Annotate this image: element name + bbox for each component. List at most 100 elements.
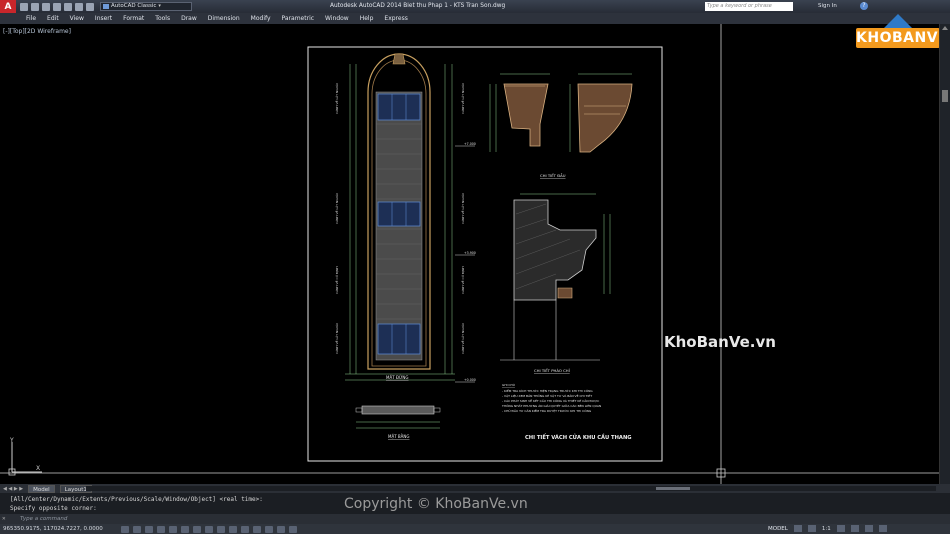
am-icon[interactable] bbox=[288, 525, 297, 533]
svg-text:GHI CHÚ: GHI CHÚ bbox=[502, 382, 515, 387]
level-label: +3.900 bbox=[464, 251, 476, 255]
tab-navigation[interactable]: ◀ ◀ ▶ ▶ bbox=[0, 486, 23, 492]
osnap-icon[interactable] bbox=[180, 525, 189, 533]
dyn-icon[interactable] bbox=[228, 525, 237, 533]
status-bar: 965350.9175, 117024.7227, 0.0000 MODEL 1… bbox=[0, 524, 950, 534]
fullscreen-icon[interactable] bbox=[878, 525, 887, 532]
svg-text:CÁNH VỀ LẤY NGOÀI: CÁNH VỀ LẤY NGOÀI bbox=[460, 323, 465, 354]
model-space-toggle[interactable]: MODEL bbox=[768, 526, 788, 532]
autocad-logo-button[interactable]: A bbox=[0, 0, 16, 13]
vertical-scrollbar[interactable] bbox=[939, 24, 950, 484]
menu-tools[interactable]: Tools bbox=[155, 15, 170, 22]
menu-dimension[interactable]: Dimension bbox=[208, 15, 240, 22]
svg-text:CÁNH VỀ LẤY NGOÀI: CÁNH VỀ LẤY NGOÀI bbox=[334, 83, 339, 114]
svg-text:CÁNH VỀ LẤY NGOÀI: CÁNH VỀ LẤY NGOÀI bbox=[460, 193, 465, 224]
workspace-icon[interactable] bbox=[836, 525, 845, 532]
coordinates-readout: 965350.9175, 117024.7227, 0.0000 bbox=[3, 526, 103, 532]
undo-icon[interactable] bbox=[75, 2, 83, 11]
menu-express[interactable]: Express bbox=[384, 15, 407, 22]
plan-view: MẶT BẰNG bbox=[355, 405, 441, 439]
annotation-scale[interactable]: 1:1 bbox=[822, 526, 831, 532]
snap-icon[interactable] bbox=[132, 525, 141, 533]
autocad-window: A AutoCAD Classic ▾ Autodesk AutoCAD 2014… bbox=[0, 0, 950, 534]
svg-text:CÁNH VỀ LẤY NGOÀI: CÁNH VỀ LẤY NGOÀI bbox=[460, 83, 465, 114]
menu-modify[interactable]: Modify bbox=[251, 15, 271, 22]
svg-text:Y: Y bbox=[9, 437, 14, 444]
menu-insert[interactable]: Insert bbox=[95, 15, 112, 22]
level-label: +7.000 bbox=[464, 142, 476, 146]
otrack-icon[interactable] bbox=[204, 525, 213, 533]
hscroll-thumb[interactable] bbox=[656, 487, 690, 490]
help-icon[interactable]: ? bbox=[860, 2, 868, 10]
workspace-select[interactable]: AutoCAD Classic ▾ bbox=[100, 2, 192, 11]
svg-text:CÁNH VỀ LẤY NGOÀI: CÁNH VỀ LẤY NGOÀI bbox=[334, 193, 339, 224]
lock-icon[interactable] bbox=[850, 525, 859, 532]
menu-bar: File Edit View Insert Format Tools Draw … bbox=[0, 13, 950, 24]
svg-text:X: X bbox=[36, 465, 40, 472]
command-history-line: [All/Center/Dynamic/Extents/Previous/Sca… bbox=[10, 496, 263, 503]
close-icon[interactable]: ✕ bbox=[2, 515, 10, 523]
new-icon[interactable] bbox=[20, 2, 28, 11]
saveas-icon[interactable] bbox=[53, 2, 61, 11]
svg-text:CÁNH VỀ LẤY NGOÀI: CÁNH VỀ LẤY NGOÀI bbox=[334, 323, 339, 354]
redo-icon[interactable] bbox=[86, 2, 94, 11]
window-title: Autodesk AutoCAD 2014 Biet thu Phap 1 - … bbox=[330, 3, 506, 9]
grid-icon[interactable] bbox=[144, 525, 153, 533]
ducs-icon[interactable] bbox=[216, 525, 225, 533]
scroll-up-icon[interactable] bbox=[942, 26, 948, 30]
ortho-icon[interactable] bbox=[156, 525, 165, 533]
elevation-label: MẶT ĐỨNG bbox=[386, 375, 409, 380]
command-input[interactable]: Type a command bbox=[20, 516, 67, 522]
isolate-icon[interactable] bbox=[864, 525, 873, 532]
ucs-icon: Y X bbox=[8, 437, 42, 476]
svg-text:- KIỂM TRA KÍCH THƯỚC HIỆN TRẠ: - KIỂM TRA KÍCH THƯỚC HIỆN TRẠNG TRƯỚC K… bbox=[502, 388, 593, 393]
detail-section-label: CHI TIẾT PHÀO CHỈ bbox=[534, 367, 570, 373]
lwt-icon[interactable] bbox=[240, 525, 249, 533]
notes-block: GHI CHÚ - KIỂM TRA KÍCH THƯỚC HIỆN TRẠNG… bbox=[501, 382, 601, 413]
horizontal-scrollbar[interactable] bbox=[86, 486, 936, 491]
drafting-toggles bbox=[120, 525, 297, 533]
khobanve-logo: KHOBANVE bbox=[856, 14, 948, 50]
infer-icon[interactable] bbox=[120, 525, 129, 533]
quick-view-icon[interactable] bbox=[793, 525, 802, 532]
tpy-icon[interactable] bbox=[252, 525, 261, 533]
qp-icon[interactable] bbox=[264, 525, 273, 533]
quick-access-toolbar bbox=[20, 2, 94, 11]
status-right: MODEL 1:1 bbox=[768, 525, 887, 532]
menu-help[interactable]: Help bbox=[360, 15, 374, 22]
print-icon[interactable] bbox=[64, 2, 72, 11]
svg-text:CÁNH VỀ CỐ ĐỊNH: CÁNH VỀ CỐ ĐỊNH bbox=[334, 266, 339, 294]
house-icon bbox=[884, 14, 912, 28]
detail-top-label: CHI TIẾT ĐẦU bbox=[540, 172, 566, 178]
sign-in-link[interactable]: Sign In bbox=[818, 3, 837, 9]
section-detail-view: CHI TIẾT PHÀO CHỈ bbox=[500, 193, 611, 373]
level-label: +0.000 bbox=[464, 378, 476, 382]
polar-icon[interactable] bbox=[168, 525, 177, 533]
sc-icon[interactable] bbox=[276, 525, 285, 533]
menu-file[interactable]: File bbox=[26, 15, 36, 22]
3dosnap-icon[interactable] bbox=[192, 525, 201, 533]
menu-edit[interactable]: Edit bbox=[47, 15, 59, 22]
watermark: KhoBanVe.vn bbox=[664, 333, 776, 351]
tab-model[interactable]: Model bbox=[28, 484, 55, 493]
open-icon[interactable] bbox=[31, 2, 39, 11]
svg-text:CÁNH VỀ CỐ ĐỊNH: CÁNH VỀ CỐ ĐỊNH bbox=[460, 266, 465, 294]
copyright-watermark: Copyright © KhoBanVe.vn bbox=[344, 496, 528, 512]
menu-parametric[interactable]: Parametric bbox=[282, 15, 315, 22]
viewport-controls[interactable]: [-][Top][2D Wireframe] bbox=[3, 28, 71, 35]
menu-view[interactable]: View bbox=[70, 15, 84, 22]
scroll-thumb[interactable] bbox=[942, 90, 948, 102]
top-detail-view: CHI TIẾT ĐẦU bbox=[489, 73, 633, 178]
drawing-canvas[interactable]: CÁNH VỀ LẤY NGOÀI CÁNH VỀ LẤY NGOÀI CÁNH… bbox=[0, 24, 939, 484]
search-input[interactable]: Type a keyword or phrase bbox=[705, 2, 793, 11]
svg-text:- CHỦ ĐẦU TƯ CẦN KIỂM TRA DUYỆ: - CHỦ ĐẦU TƯ CẦN KIỂM TRA DUYỆT TRƯỚC KH… bbox=[502, 408, 592, 413]
menu-format[interactable]: Format bbox=[123, 15, 144, 22]
menu-window[interactable]: Window bbox=[325, 15, 349, 22]
annotation-icon[interactable] bbox=[807, 525, 816, 532]
command-history-line: Specify opposite corner: bbox=[10, 505, 97, 512]
elevation-view: CÁNH VỀ LẤY NGOÀI CÁNH VỀ LẤY NGOÀI CÁNH… bbox=[334, 53, 476, 383]
menu-draw[interactable]: Draw bbox=[181, 15, 197, 22]
title-bar: A AutoCAD Classic ▾ Autodesk AutoCAD 2014… bbox=[0, 0, 950, 13]
save-icon[interactable] bbox=[42, 2, 50, 11]
drawing-main-title: CHI TIẾT VÁCH CỬA KHU CẦU THANG bbox=[525, 432, 632, 441]
